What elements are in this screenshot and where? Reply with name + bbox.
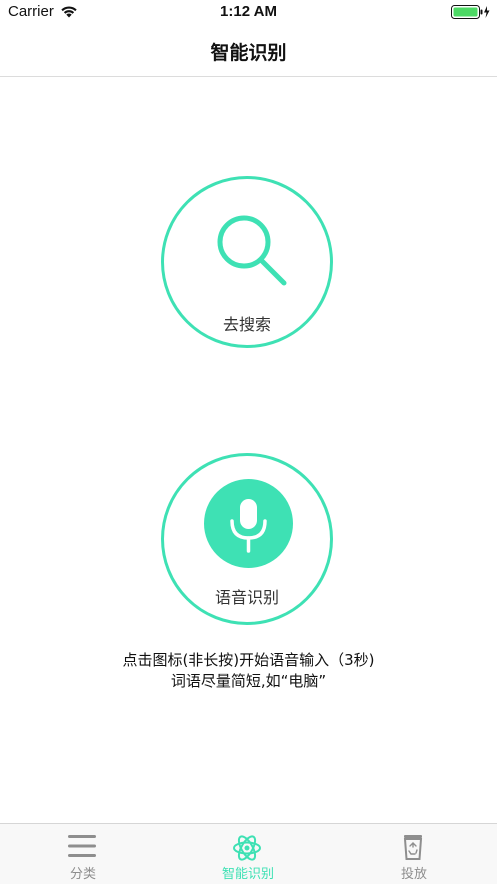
tab-disposal-label: 投放 — [400, 867, 427, 882]
trash-bin-icon — [398, 833, 428, 865]
tab-smart-recognition[interactable]: 智能识别 — [188, 824, 308, 884]
battery-icon — [451, 5, 491, 24]
microphone-icon — [230, 499, 267, 553]
search-icon — [210, 209, 290, 293]
page-title: 智能识别 — [210, 42, 287, 64]
tab-category[interactable]: 分类 — [23, 824, 143, 884]
status-time: 1:12 AM — [220, 3, 277, 20]
list-icon — [67, 833, 97, 863]
status-bar: Carrier 1:12 AM — [0, 0, 497, 24]
hint-line-1: 点击图标(非长按)开始语音输入（3秒) — [122, 651, 375, 669]
hint-line-2: 词语尽量简短,如“电脑” — [170, 672, 327, 690]
navigation-bar: 智能识别 — [0, 24, 497, 77]
atom-icon — [232, 833, 262, 867]
voice-label: 语音识别 — [214, 588, 279, 607]
tab-bar: 分类 智能识别 投放 — [0, 823, 497, 884]
search-label: 去搜索 — [222, 315, 271, 334]
search-button[interactable]: 去搜索 — [161, 176, 333, 348]
tab-disposal[interactable]: 投放 — [354, 824, 474, 884]
tab-smart-recognition-label: 智能识别 — [221, 867, 274, 882]
tab-category-label: 分类 — [69, 867, 96, 882]
microphone-button[interactable] — [204, 479, 293, 568]
voice-recognition-button[interactable]: 语音识别 — [161, 453, 333, 625]
